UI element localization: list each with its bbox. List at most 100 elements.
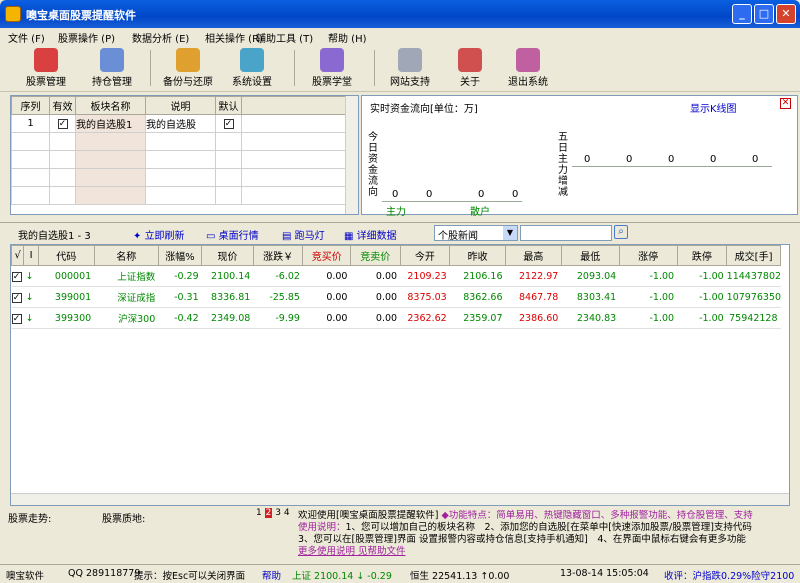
today-value: 0 [392, 189, 399, 200]
refresh-button[interactable]: ✦ 立即刷新 [133, 227, 185, 242]
block-list-panel: 序列 有效 板块名称 说明 默认 1 ✓ 我的自选股1 我的自选股 ✓ [10, 95, 359, 215]
chevron-down-icon[interactable]: ▼ [503, 226, 517, 240]
col-default[interactable]: 默认 [215, 96, 242, 115]
block-list-scrollbar[interactable] [345, 96, 358, 214]
today-baseline [382, 201, 522, 202]
menu-file[interactable]: 文件 (F) [8, 30, 45, 45]
five-day-value: 0 [668, 154, 675, 165]
col-limit-up[interactable]: 涨停 [618, 245, 678, 266]
col-name[interactable]: 名称 [93, 245, 159, 266]
col-ask[interactable]: 竞卖价 [349, 245, 401, 266]
cell-low: 8303.41 [561, 286, 620, 308]
exit-button[interactable]: 退出系统 [496, 46, 560, 90]
cell-ask: 0.00 [350, 307, 401, 329]
search-input[interactable] [520, 225, 612, 241]
cell-limit-up: -1.00 [619, 307, 678, 329]
horizontal-scrollbar[interactable] [11, 493, 789, 505]
cell-bid: 0.00 [302, 307, 351, 329]
row-checkbox[interactable]: ✓ [11, 292, 22, 303]
valid-checkbox[interactable]: ✓ [57, 119, 68, 129]
detail-data-button[interactable]: ▦ 详细数据 [344, 227, 397, 242]
col-low[interactable]: 最低 [560, 245, 620, 266]
table-row[interactable]: ✓ ↓ 399300 沪深300 -0.42 2349.08 -9.99 0.0… [11, 307, 781, 329]
stock-manage-icon [34, 48, 58, 72]
marquee-button[interactable]: ▤ 跑马灯 [282, 227, 325, 242]
col-prev-close[interactable]: 昨收 [449, 245, 506, 266]
stock-table-panel: √ I 代码 名称 涨幅% 现价 涨跌￥ 竞买价 竞卖价 今开 昨收 最高 最低… [10, 244, 790, 506]
five-day-value: 0 [584, 154, 591, 165]
col-change[interactable]: 涨跌￥ [252, 245, 304, 266]
search-icon[interactable]: ⌕ [614, 225, 628, 239]
today-value: 0 [478, 189, 485, 200]
table-row[interactable]: ✓ ↓ 399001 深证成指 -0.31 8336.81 -25.85 0.0… [11, 286, 781, 308]
quality-label: 股票质地: [102, 514, 146, 525]
cell-ask: 0.00 [350, 265, 401, 287]
cell-name: 沪深300 [94, 307, 159, 329]
page-2[interactable]: 2 [264, 508, 273, 518]
menu-tools[interactable]: 辅助工具 (T) [256, 30, 313, 45]
cell-volume: 107976350 [726, 286, 781, 308]
col-volume[interactable]: 成交[手] [726, 245, 781, 266]
more-help-link[interactable]: 更多使用说明 见帮助文件 [298, 546, 798, 558]
website-support-label: 网站支持 [390, 77, 430, 88]
minimize-button[interactable]: _ [732, 4, 752, 24]
news-select[interactable]: 个股新闻 ▼ [434, 225, 518, 242]
website-support-button[interactable]: 网站支持 [378, 46, 442, 90]
default-checkbox[interactable]: ✓ [223, 119, 234, 129]
cell-open: 2109.23 [400, 265, 450, 287]
cell-limit-down: -1.00 [677, 307, 727, 329]
status-help-link[interactable]: 帮助 [262, 568, 281, 582]
col-valid[interactable]: 有效 [49, 96, 76, 115]
today-value: 0 [512, 189, 519, 200]
col-high[interactable]: 最高 [505, 245, 562, 266]
menu-analysis[interactable]: 数据分析 (E) [132, 30, 189, 45]
position-manage-button[interactable]: 持仓管理 [80, 46, 144, 90]
system-settings-button[interactable]: 系统设置 [220, 46, 284, 90]
menu-stock-ops[interactable]: 股票操作 (P) [58, 30, 115, 45]
today-value: 0 [426, 189, 433, 200]
about-button[interactable]: 关于 [438, 46, 502, 90]
block-row[interactable]: 1 ✓ 我的自选股1 我的自选股 ✓ [11, 114, 358, 133]
page-1[interactable]: 1 [256, 508, 262, 518]
page-switcher: 1 2 3 4 [256, 508, 290, 518]
stock-school-button[interactable]: 股票学堂 [300, 46, 364, 90]
maximize-button[interactable]: □ [754, 4, 774, 24]
col-index[interactable]: 序列 [11, 96, 50, 115]
desktop-quote-button[interactable]: ▭ 桌面行情 [206, 227, 259, 242]
bottom-panel: 股票走势: 股票质地: 1 2 3 4 欢迎使用[噢宝桌面股票提醒软件] ◆功能… [0, 508, 800, 564]
row-checkbox[interactable]: ✓ [11, 271, 22, 282]
magnifier-icon [398, 48, 422, 72]
down-arrow-icon: ↓ [23, 265, 39, 287]
close-panel-icon[interactable]: ✕ [780, 98, 791, 109]
backup-restore-button[interactable]: 备份与还原 [156, 46, 220, 90]
col-i[interactable]: I [23, 245, 39, 266]
col-code[interactable]: 代码 [37, 245, 95, 266]
stock-manage-button[interactable]: 股票管理 [14, 46, 78, 90]
kline-toggle-link[interactable]: 显示K线图 [690, 100, 737, 115]
about-label: 关于 [460, 77, 480, 88]
about-icon [458, 48, 482, 72]
col-limit-down[interactable]: 跌停 [676, 245, 728, 266]
cell-change-pct: -0.31 [158, 286, 202, 308]
menu-help[interactable]: 帮助 (H) [328, 30, 367, 45]
page-4[interactable]: 4 [284, 508, 290, 518]
row-checkbox[interactable]: ✓ [11, 313, 22, 324]
col-bid[interactable]: 竞买价 [302, 245, 351, 266]
refresh-label: 立即刷新 [144, 231, 185, 242]
status-time: 13-08-14 15:05:04 [560, 568, 649, 579]
col-check[interactable]: √ [11, 245, 25, 266]
page-3[interactable]: 3 [275, 508, 281, 518]
group-label: 我的自选股1 - 3 [18, 231, 91, 242]
col-open[interactable]: 今开 [399, 245, 451, 266]
close-button[interactable]: ✕ [776, 4, 796, 24]
table-row[interactable]: ✓ ↓ 000001 上证指数 -0.29 2100.14 -6.02 0.00… [11, 265, 781, 287]
trend-label: 股票走势: [8, 514, 52, 525]
col-change-pct[interactable]: 涨幅% [157, 245, 203, 266]
col-block-name[interactable]: 板块名称 [75, 96, 146, 115]
col-desc[interactable]: 说明 [145, 96, 216, 115]
col-price[interactable]: 现价 [201, 245, 254, 266]
toolbar-separator [150, 50, 151, 86]
menu-related[interactable]: 相关操作 (R) [205, 30, 263, 45]
cell-ask: 0.00 [350, 286, 401, 308]
down-arrow-icon: ↓ [23, 307, 39, 329]
